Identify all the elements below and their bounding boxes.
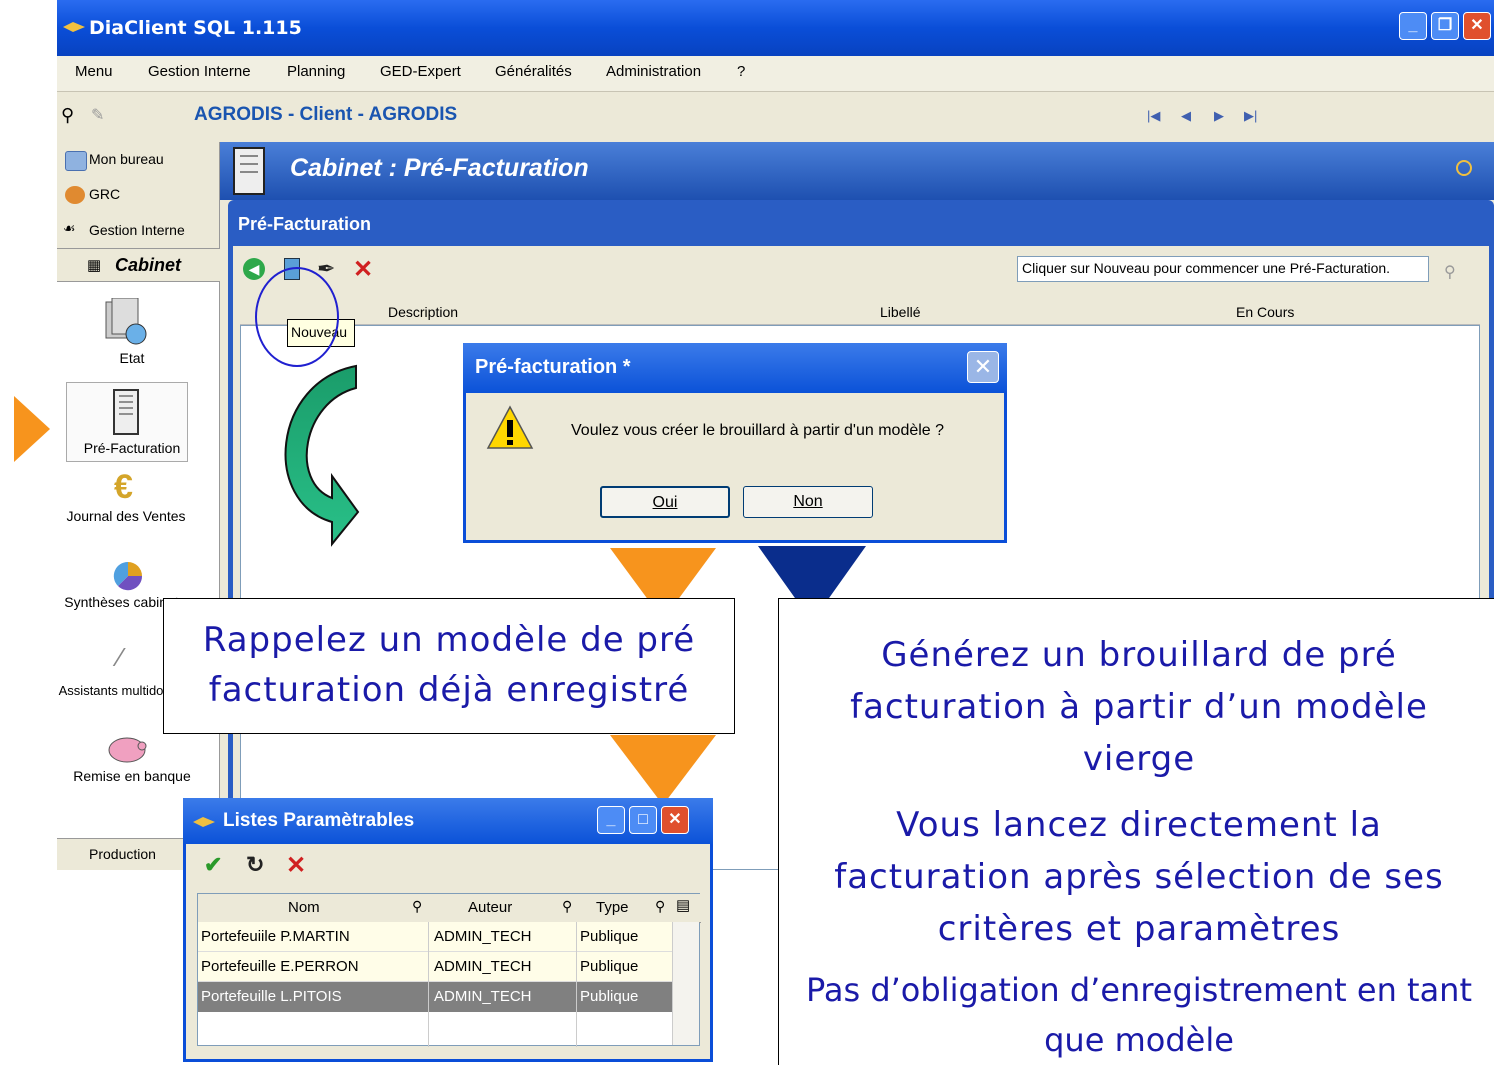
sidebar-section-cabinet[interactable]: ▦ Cabinet	[57, 248, 220, 282]
grid-header: Description Libellé En Cours	[240, 299, 1480, 325]
dialog-title-bar: Pré-facturation * ✕	[463, 343, 1007, 393]
status-circle-icon[interactable]	[1456, 160, 1472, 176]
no-button[interactable]: Non	[743, 486, 873, 518]
row-auteur: ADMIN_TECH	[434, 988, 532, 1005]
list-delete-icon[interactable]: ✕	[286, 851, 306, 880]
column-description[interactable]: Description	[388, 304, 458, 320]
menu-item-help[interactable]: ?	[737, 63, 745, 80]
list-maximize-button[interactable]: □	[629, 806, 657, 834]
pre-facturation-icon[interactable]	[112, 388, 140, 438]
sidebar-nav-etat[interactable]: Etat	[57, 350, 207, 366]
sidebar-production-label: Production	[89, 846, 156, 862]
sidebar-item-grc[interactable]: GRC	[89, 186, 120, 202]
column-divider	[576, 922, 577, 1047]
cabinet-header: Cabinet : Pré-Facturation	[220, 142, 1494, 200]
title-bar: DiaClient SQL 1.115 _ ❐ ✕	[57, 0, 1494, 56]
callout-modele-vierge: Générez un brouillard de pré facturation…	[778, 598, 1494, 1065]
column-divider	[428, 922, 429, 1047]
document-icon	[233, 147, 265, 195]
binoculars-icon[interactable]: ⚲	[61, 105, 74, 126]
menu-item-gestion-interne[interactable]: Gestion Interne	[148, 63, 251, 80]
close-button[interactable]: ✕	[1463, 12, 1491, 40]
menu-item-ged-expert[interactable]: GED-Expert	[380, 63, 461, 80]
app-icon	[63, 22, 85, 32]
last-record-icon[interactable]: ▶|	[1244, 108, 1257, 124]
row-type: Publique	[580, 928, 639, 945]
filter-icon[interactable]: ⚲	[1444, 262, 1456, 282]
hint-field: Cliquer sur Nouveau pour commencer une P…	[1017, 256, 1429, 282]
warning-icon	[486, 405, 534, 449]
handshake-icon: ☙	[63, 220, 76, 236]
orange-arrow-bottom	[610, 735, 716, 805]
sidebar-nav-journal-des-ventes[interactable]: Journal des Ventes	[51, 506, 201, 527]
search-icon[interactable]: ⚲	[562, 898, 572, 915]
pie-chart-icon[interactable]	[108, 560, 148, 592]
row-type: Publique	[580, 958, 639, 975]
highlight-circle	[255, 267, 339, 367]
list-column-auteur[interactable]: Auteur	[468, 894, 512, 922]
refresh-icon[interactable]: ↻	[246, 852, 264, 878]
cabinet-icon: ▦	[87, 257, 102, 274]
sidebar-section-label: Cabinet	[115, 255, 182, 275]
cabinet-title: Cabinet : Pré-Facturation	[290, 154, 589, 182]
curved-green-arrow	[284, 364, 360, 547]
list-window-title-bar: Listes Paramètrables _ □ ✕	[183, 798, 713, 844]
column-en-cours[interactable]: En Cours	[1236, 304, 1294, 320]
sidebar-nav-remise-en-banque[interactable]: Remise en banque	[57, 766, 207, 787]
previous-record-icon[interactable]: ◀	[1181, 108, 1191, 124]
client-label: AGRODIS - Client - AGRODIS	[194, 104, 458, 125]
column-libelle[interactable]: Libellé	[880, 304, 920, 320]
yes-button[interactable]: Oui	[600, 486, 730, 518]
minimize-button[interactable]: _	[1399, 12, 1427, 40]
sidebar-item-gestion-interne[interactable]: Gestion Interne	[89, 222, 185, 238]
menu-bar: Menu Gestion Interne Planning GED-Expert…	[57, 56, 1494, 92]
menu-item-menu[interactable]: Menu	[75, 63, 113, 80]
etat-icon[interactable]	[104, 298, 150, 348]
client-toolbar: ⚲ ✎ AGRODIS - Client - AGRODIS |◀ ◀ ▶ ▶|	[57, 92, 1494, 142]
row-type: Publique	[580, 988, 639, 1005]
dialog-message: Voulez vous créer le brouillard à partir…	[571, 422, 945, 439]
pin-icon[interactable]: ✎	[91, 105, 104, 125]
list-minimize-button[interactable]: _	[597, 806, 625, 834]
list-close-button[interactable]: ✕	[661, 806, 689, 834]
callout-rappel-modele: Rappelez un modèle de pré facturation dé…	[163, 598, 735, 734]
validate-icon[interactable]: ✔	[204, 852, 222, 878]
callout-right-text-1: Générez un brouillard de pré facturation…	[850, 635, 1428, 779]
piggy-bank-icon[interactable]	[104, 732, 150, 766]
dialog-close-button[interactable]: ✕	[967, 351, 999, 383]
callout-right-text-2: Vous lancez directement la facturation a…	[834, 805, 1444, 949]
menu-item-generalites[interactable]: Généralités	[495, 63, 572, 80]
first-record-icon[interactable]: |◀	[1147, 108, 1160, 124]
menu-item-planning[interactable]: Planning	[287, 63, 345, 80]
list-grid: Nom ⚲ Auteur ⚲ Type ⚲ ▤ Portefeuiile P.M…	[197, 893, 701, 1047]
callout-right-text-3: Pas d’obligation d’enregistrement en tan…	[806, 971, 1472, 1059]
row-auteur: ADMIN_TECH	[434, 928, 532, 945]
menu-item-administration[interactable]: Administration	[606, 63, 701, 80]
list-column-type[interactable]: Type	[596, 894, 629, 922]
sidebar-item-mon-bureau[interactable]: Mon bureau	[89, 151, 164, 167]
list-app-icon	[193, 817, 215, 827]
grc-icon	[65, 186, 85, 204]
wand-icon[interactable]: ⁄	[118, 642, 122, 673]
row-auteur: ADMIN_TECH	[434, 958, 532, 975]
window-title: DiaClient SQL 1.115	[89, 17, 302, 39]
orange-pointer-arrow	[14, 396, 50, 462]
sidebar-nav-pre-facturation[interactable]: Pré-Facturation	[57, 440, 207, 456]
list-window-title: Listes Paramètrables	[223, 810, 415, 831]
restore-button[interactable]: ❐	[1431, 12, 1459, 40]
dialog-title: Pré-facturation *	[475, 356, 631, 378]
search-icon[interactable]: ⚲	[412, 898, 422, 915]
euro-icon[interactable]: €	[114, 468, 133, 507]
panel-title: Pré-Facturation	[238, 214, 372, 234]
row-nom: Portefeuiile P.MARTIN	[201, 928, 350, 945]
row-nom: Portefeuille E.PERRON	[201, 958, 359, 975]
list-scrollbar[interactable]	[672, 922, 699, 1045]
delete-icon[interactable]: ✕	[353, 255, 373, 284]
next-record-icon[interactable]: ▶	[1214, 108, 1224, 124]
desk-icon	[65, 151, 87, 171]
list-column-nom[interactable]: Nom	[288, 894, 320, 922]
search-icon[interactable]: ⚲	[655, 898, 665, 915]
row-nom: Portefeuille L.PITOIS	[201, 988, 342, 1005]
column-chooser-icon[interactable]: ▤	[676, 896, 690, 914]
